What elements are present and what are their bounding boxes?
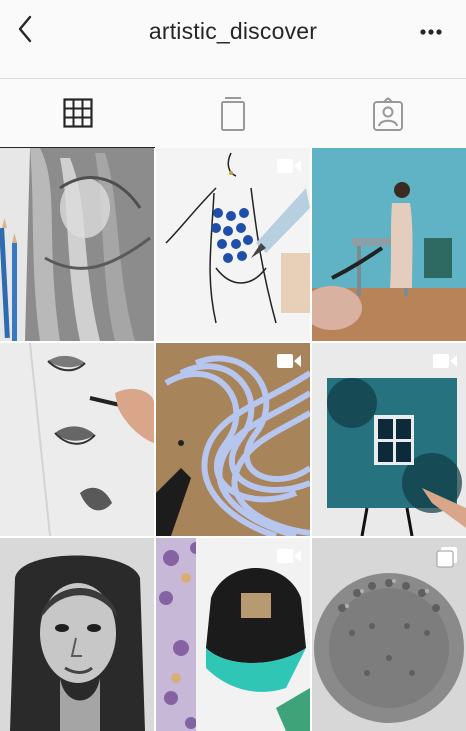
post-image [156, 538, 310, 731]
profile-username: artistic_discover [148, 18, 318, 44]
post-image [312, 343, 466, 536]
tagged-user-icon [373, 97, 403, 131]
post-thumbnail[interactable] [312, 148, 466, 341]
video-icon [277, 159, 301, 173]
post-thumbnail[interactable] [0, 148, 154, 341]
post-image [156, 148, 310, 341]
post-image [156, 343, 310, 536]
post-image [0, 343, 154, 536]
more-options-button[interactable] [418, 22, 444, 42]
post-thumbnail[interactable] [156, 538, 310, 731]
video-icon [277, 354, 301, 368]
more-horizontal-icon [420, 29, 442, 35]
video-icon [277, 549, 301, 563]
carousel-badge [436, 546, 458, 568]
grid-icon [62, 98, 93, 128]
tab-igtv[interactable] [155, 79, 310, 149]
post-thumbnail[interactable] [156, 343, 310, 536]
video-badge [276, 156, 302, 176]
post-thumbnail[interactable] [0, 538, 154, 731]
video-badge [276, 546, 302, 566]
profile-tabs [0, 78, 466, 149]
video-icon [433, 354, 457, 368]
tab-grid[interactable] [0, 79, 155, 149]
igtv-icon [220, 97, 245, 131]
post-image [312, 148, 466, 341]
post-thumbnail[interactable] [0, 343, 154, 536]
carousel-icon [436, 547, 457, 568]
post-thumbnail[interactable] [156, 148, 310, 341]
posts-grid [0, 148, 466, 731]
post-image [0, 148, 154, 341]
video-badge [432, 351, 458, 371]
profile-header: artistic_discover [0, 0, 466, 78]
post-image [0, 538, 154, 731]
video-badge [276, 351, 302, 371]
post-thumbnail[interactable] [312, 538, 466, 731]
tab-tagged[interactable] [310, 79, 466, 149]
post-thumbnail[interactable] [312, 343, 466, 536]
